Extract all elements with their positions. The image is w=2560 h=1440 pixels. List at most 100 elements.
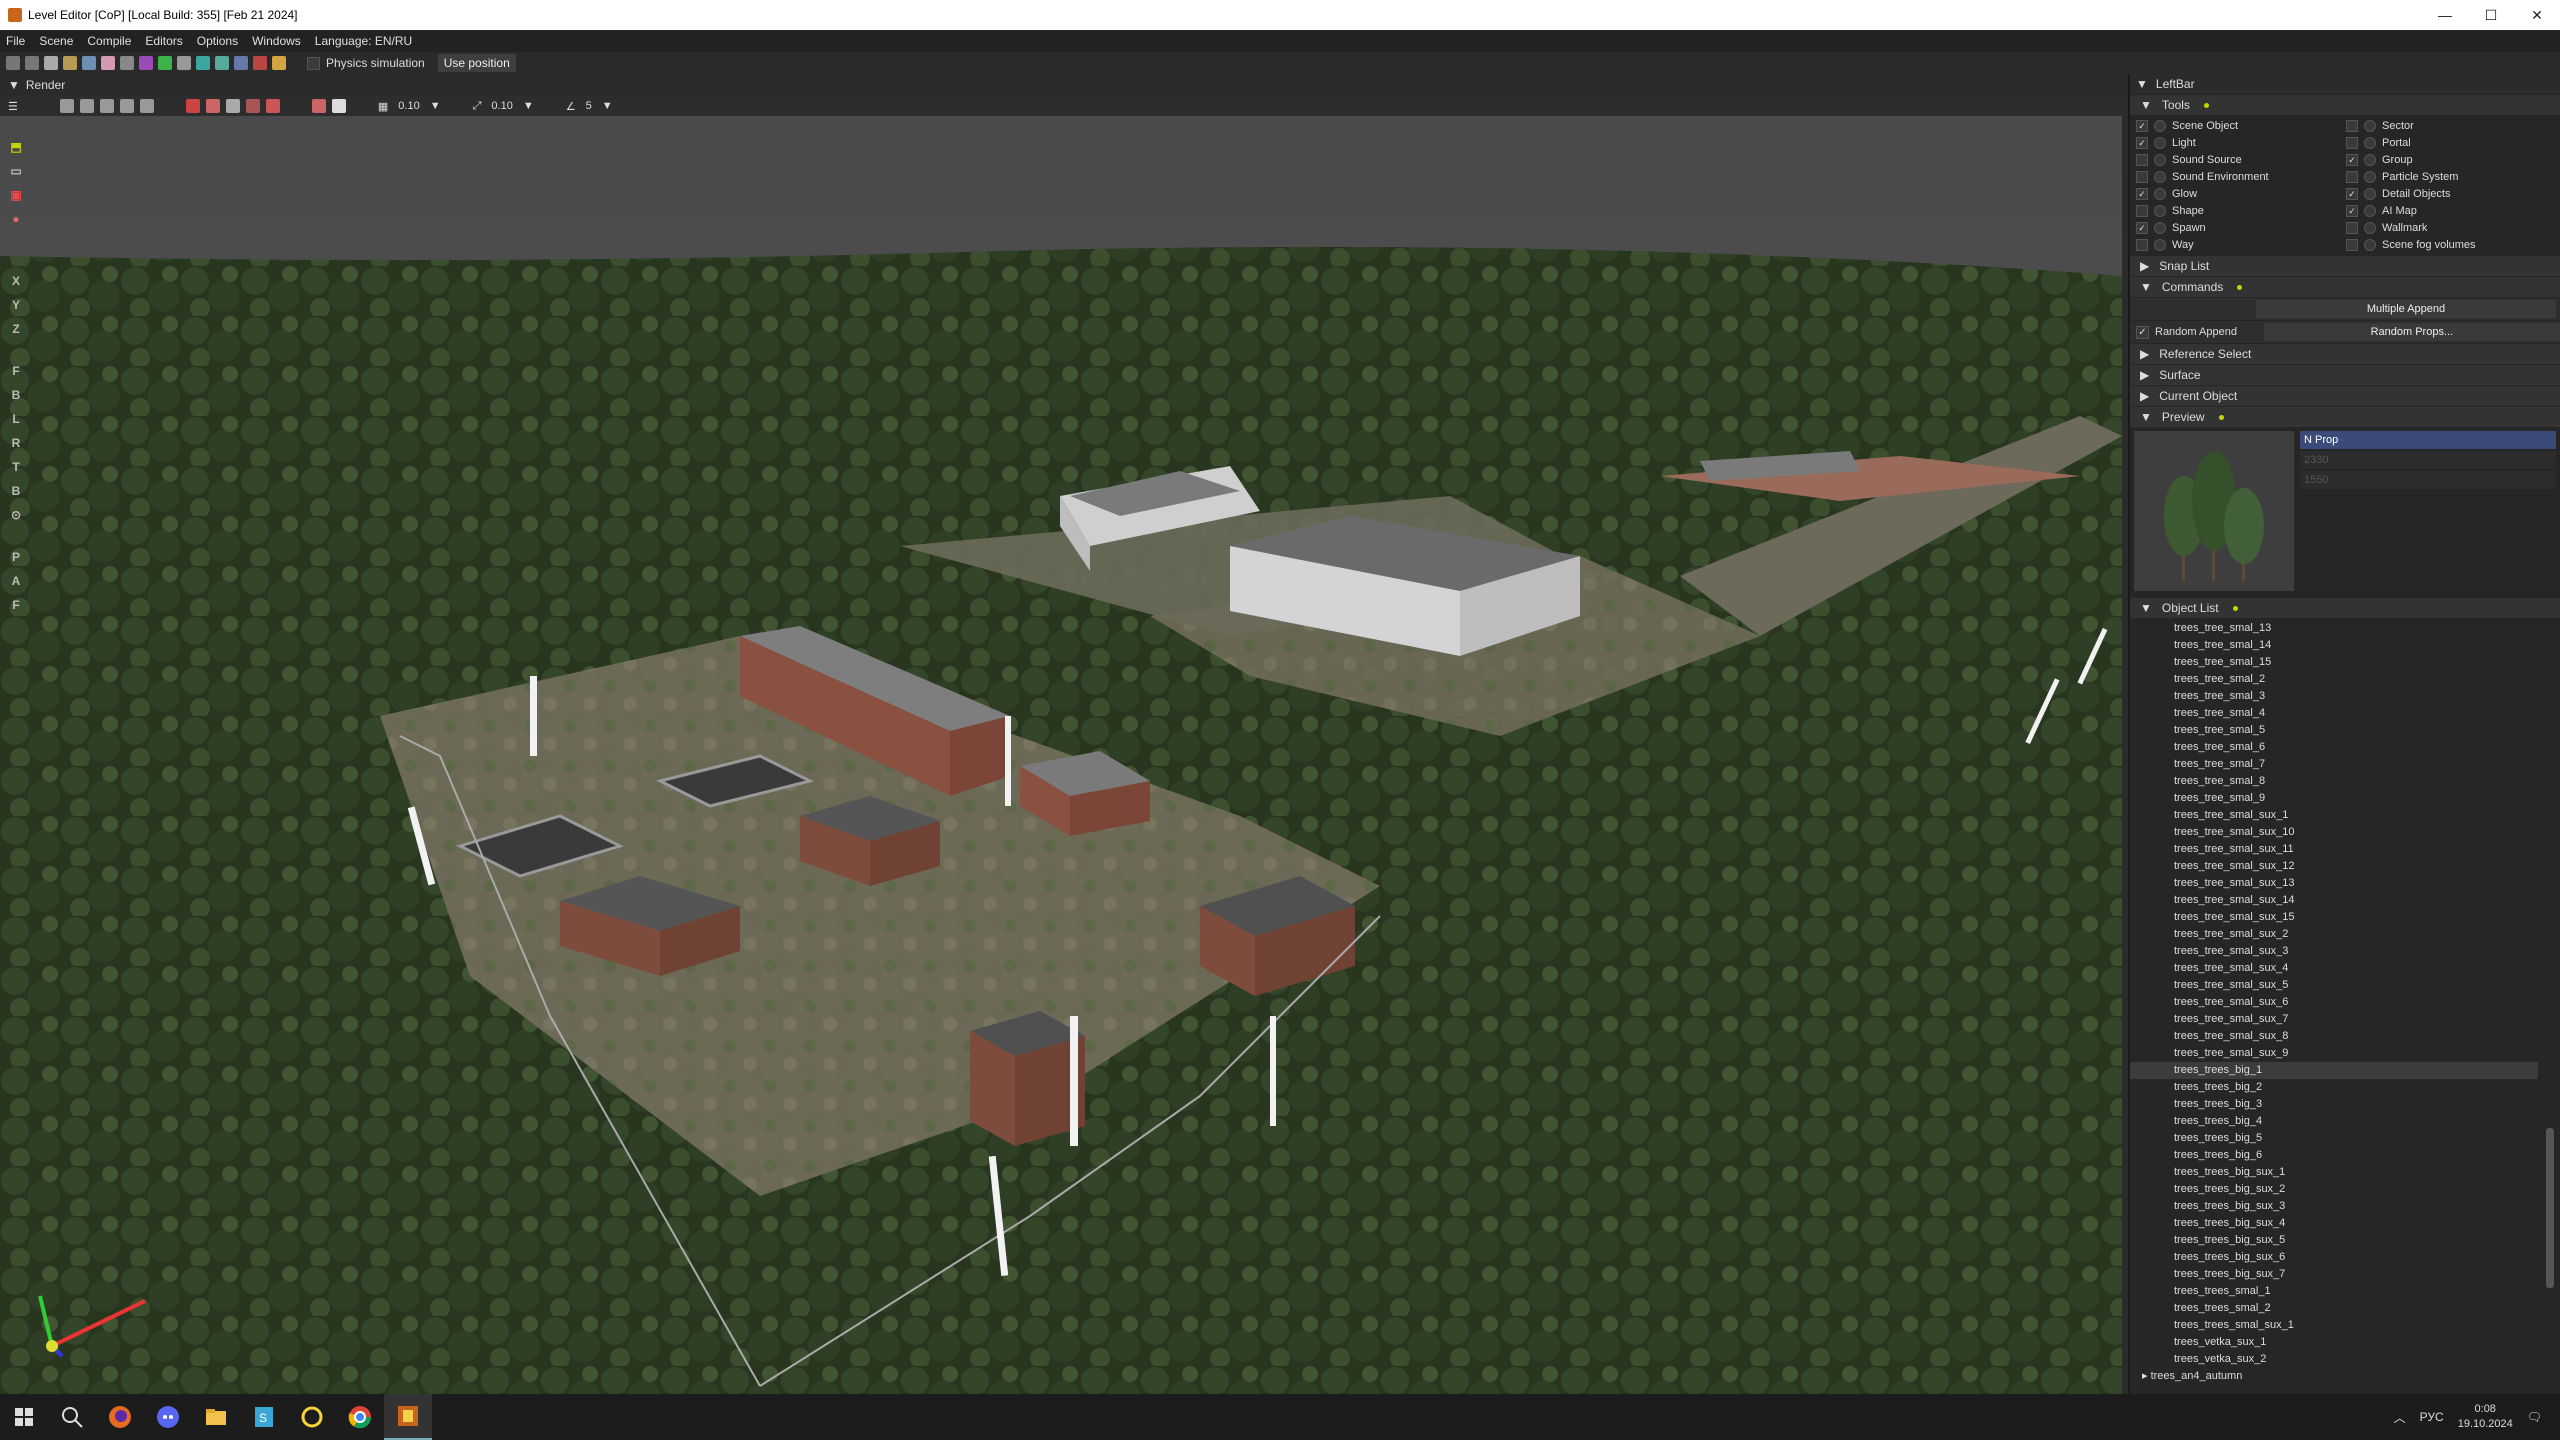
list-item[interactable]: trees_trees_smal_sux_1 — [2130, 1317, 2560, 1334]
use-position-button[interactable]: Use position — [437, 54, 516, 72]
snap-normal-icon[interactable] — [225, 99, 240, 113]
list-item[interactable]: trees_tree_smal_14 — [2130, 637, 2560, 654]
list-item[interactable]: trees_tree_smal_sux_1 — [2130, 807, 2560, 824]
view-bottom-button[interactable]: B — [8, 484, 24, 500]
maximize-button[interactable]: ☐ — [2468, 0, 2514, 30]
list-item[interactable]: trees_tree_smal_5 — [2130, 722, 2560, 739]
menu-compile[interactable]: Compile — [87, 34, 131, 48]
grid-step-dropdown-icon[interactable]: ▼ — [430, 100, 441, 112]
axis-z-button[interactable]: Z — [8, 322, 24, 338]
tool-checkbox[interactable] — [2346, 171, 2358, 183]
undo-icon[interactable] — [6, 56, 20, 70]
tool-toggle-left-3[interactable]: Sound Environment — [2136, 169, 2346, 185]
clock[interactable]: 0:08 19.10.2024 — [2458, 1402, 2513, 1432]
cube-icon[interactable] — [120, 56, 134, 70]
firefox-icon[interactable] — [96, 1394, 144, 1440]
angle-step-dropdown-icon[interactable]: ▼ — [602, 100, 613, 112]
list-item[interactable]: trees_trees_big_sux_1 — [2130, 1164, 2560, 1181]
view-top-button[interactable]: T — [8, 460, 24, 476]
list-item[interactable]: trees_trees_big_sux_6 — [2130, 1249, 2560, 1266]
menu-scene[interactable]: Scene — [39, 34, 73, 48]
menu-options[interactable]: Options — [197, 34, 238, 48]
tool-radio[interactable] — [2364, 120, 2376, 132]
tray-chevron-icon[interactable]: ︿ — [2394, 1409, 2406, 1426]
preview-section[interactable]: ▼ Preview — [2130, 407, 2560, 427]
physics-simulation-toggle[interactable]: Physics simulation — [307, 56, 425, 70]
tool-toggle-right-6[interactable]: Wallmark — [2346, 220, 2546, 236]
tool-checkbox[interactable] — [2136, 154, 2148, 166]
steam-tool-icon[interactable]: S — [240, 1394, 288, 1440]
tool-checkbox[interactable] — [2346, 222, 2358, 234]
tool-checkbox[interactable]: ✓ — [2136, 120, 2148, 132]
render-viewport[interactable] — [0, 116, 2122, 1394]
minimize-button[interactable]: — — [2422, 0, 2468, 30]
list-item[interactable]: trees_tree_smal_9 — [2130, 790, 2560, 807]
tool-toggle-left-6[interactable]: ✓ Spawn — [2136, 220, 2346, 236]
random-props-button[interactable]: Random Props... — [2263, 323, 2560, 341]
list-item[interactable]: trees_tree_smal_8 — [2130, 773, 2560, 790]
list-item[interactable]: trees_trees_smal_1 — [2130, 1283, 2560, 1300]
search-icon[interactable] — [48, 1394, 96, 1440]
tool-checkbox[interactable] — [2136, 171, 2148, 183]
tool-toggle-right-4[interactable]: ✓ Detail Objects — [2346, 186, 2546, 202]
menu-editors[interactable]: Editors — [145, 34, 182, 48]
list-item[interactable]: trees_trees_big_sux_4 — [2130, 1215, 2560, 1232]
tool-radio[interactable] — [2154, 120, 2166, 132]
view-front-button[interactable]: F — [8, 364, 24, 380]
tool-checkbox[interactable] — [2346, 239, 2358, 251]
windows-start-icon[interactable] — [0, 1394, 48, 1440]
image-icon[interactable] — [234, 56, 248, 70]
folder-expand-icon[interactable]: ▸ — [2142, 1370, 2151, 1382]
tool-checkbox[interactable]: ✓ — [2346, 205, 2358, 217]
list-item[interactable]: trees_tree_smal_6 — [2130, 739, 2560, 756]
view-right-button[interactable]: R — [8, 436, 24, 452]
zoom-selected-icon[interactable] — [331, 99, 346, 113]
object-list-section[interactable]: ▼ Object List — [2130, 598, 2560, 618]
view-back-button[interactable]: B — [8, 388, 24, 404]
select-tool-icon[interactable] — [59, 99, 74, 113]
tool-radio[interactable] — [2154, 137, 2166, 149]
list-item[interactable]: trees_trees_big_2 — [2130, 1079, 2560, 1096]
reference-select-section[interactable]: ▶ Reference Select — [2130, 344, 2560, 364]
discord-icon[interactable] — [144, 1394, 192, 1440]
list-item[interactable]: trees_tree_smal_sux_5 — [2130, 977, 2560, 994]
axis-y-button[interactable]: Y — [8, 298, 24, 314]
snap-object-icon[interactable] — [185, 99, 200, 113]
tool-radio[interactable] — [2154, 171, 2166, 183]
physics-checkbox[interactable] — [307, 56, 320, 70]
list-item[interactable]: trees_vetka_sux_1 — [2130, 1334, 2560, 1351]
scale-step-dropdown-icon[interactable]: ▼ — [523, 100, 534, 112]
angle-step-value[interactable]: 5 — [586, 100, 592, 112]
tool-radio[interactable] — [2364, 171, 2376, 183]
camera-p-button[interactable]: P — [8, 550, 24, 566]
surface-section[interactable]: ▶ Surface — [2130, 365, 2560, 385]
ring-app-icon[interactable] — [288, 1394, 336, 1440]
tool-radio[interactable] — [2154, 154, 2166, 166]
current-object-section[interactable]: ▶ Current Object — [2130, 386, 2560, 406]
tool-toggle-left-4[interactable]: ✓ Glow — [2136, 186, 2346, 202]
camera-a-button[interactable]: A — [8, 574, 24, 590]
zoom-extents-icon[interactable] — [311, 99, 326, 113]
tool-checkbox[interactable]: ✓ — [2136, 222, 2148, 234]
camera-f-button[interactable]: F — [8, 598, 24, 614]
list-item[interactable]: trees_tree_smal_sux_9 — [2130, 1045, 2560, 1062]
side-icon-layers[interactable]: ▣ — [8, 188, 24, 204]
list-item[interactable]: trees_tree_smal_sux_6 — [2130, 994, 2560, 1011]
list-item[interactable]: trees_tree_smal_15 — [2130, 654, 2560, 671]
save-icon[interactable] — [82, 56, 96, 70]
add-tool-icon[interactable] — [79, 99, 94, 113]
list-item[interactable]: trees_tree_smal_sux_3 — [2130, 943, 2560, 960]
list-item[interactable]: trees_tree_smal_sux_12 — [2130, 858, 2560, 875]
chrome-icon[interactable] — [336, 1394, 384, 1440]
list-item[interactable]: trees_vetka_sux_2 — [2130, 1351, 2560, 1368]
list-item[interactable]: trees_tree_smal_sux_13 — [2130, 875, 2560, 892]
tool-radio[interactable] — [2154, 205, 2166, 217]
tool-toggle-right-2[interactable]: ✓ Group — [2346, 152, 2546, 168]
new-file-icon[interactable] — [44, 56, 58, 70]
surface-expand-icon[interactable]: ▶ — [2140, 368, 2149, 382]
list-item[interactable]: trees_trees_big_5 — [2130, 1130, 2560, 1147]
tool-radio[interactable] — [2154, 222, 2166, 234]
notifications-icon[interactable]: 🗨 — [2527, 1410, 2542, 1424]
tool-toggle-left-7[interactable]: Way — [2136, 237, 2346, 253]
list-item[interactable]: trees_trees_smal_2 — [2130, 1300, 2560, 1317]
